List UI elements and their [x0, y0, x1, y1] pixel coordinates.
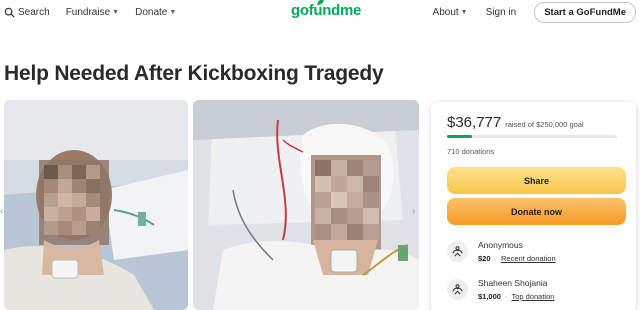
- donor-item: Shaheen Shojania $1,000 · Top donation: [447, 278, 554, 301]
- donor-amount: $1,000: [478, 292, 501, 301]
- raised-amount: $36,777: [447, 114, 502, 131]
- donor-name: Shaheen Shojania: [478, 278, 548, 288]
- search-icon: [4, 7, 15, 18]
- donation-count: 710 donations: [447, 147, 495, 156]
- campaign-photo-1[interactable]: [4, 100, 188, 310]
- separator-dot: ·: [494, 254, 498, 263]
- chevron-left-icon[interactable]: ‹: [0, 206, 10, 220]
- share-button[interactable]: Share: [447, 167, 626, 194]
- patient-photo-1: [4, 100, 188, 310]
- signin-link[interactable]: Sign in: [486, 7, 517, 18]
- donor-name: Anonymous: [478, 240, 523, 250]
- nav-left: Search Fundraise ▼ Donate ▼: [4, 0, 192, 24]
- fundraise-label: Fundraise: [65, 6, 111, 18]
- raised-row: $36,777 raised of $250,000 goal: [447, 114, 584, 131]
- donor-details: Shaheen Shojania $1,000 · Top donation: [478, 278, 554, 301]
- campaign-title: Help Needed After Kickboxing Tragedy: [4, 62, 384, 85]
- campaign-photo-2[interactable]: [193, 100, 419, 310]
- donor-hands-icon: [447, 279, 468, 300]
- nav-right: About ▼ Sign in Start a GoFundMe: [433, 0, 636, 24]
- chevron-down-icon: ▼: [460, 8, 468, 16]
- search-link[interactable]: Search: [4, 7, 50, 18]
- donate-now-button[interactable]: Donate now: [447, 198, 626, 225]
- donor-item: Anonymous $20 · Recent donation: [447, 240, 556, 263]
- top-nav: Search Fundraise ▼ Donate ▼ gofundme Abo…: [0, 0, 640, 24]
- start-gofundme-button[interactable]: Start a GoFundMe: [534, 1, 636, 23]
- chevron-right-icon[interactable]: ›: [412, 206, 422, 220]
- about-label: About: [432, 6, 459, 18]
- progress-bar: [447, 135, 617, 138]
- raised-goal-text: raised of $250,000 goal: [505, 120, 584, 129]
- about-menu[interactable]: About ▼: [433, 7, 468, 18]
- search-label: Search: [18, 6, 50, 18]
- recent-donation-link[interactable]: Recent donation: [501, 254, 556, 263]
- donate-menu-label: Donate: [135, 6, 168, 18]
- separator-dot: ·: [504, 292, 508, 301]
- donor-amount: $20: [478, 254, 491, 263]
- chevron-down-icon: ▼: [112, 8, 120, 16]
- donor-hands-icon: [447, 241, 468, 262]
- fundraise-menu[interactable]: Fundraise ▼: [66, 7, 119, 18]
- donor-meta: $1,000 · Top donation: [478, 292, 554, 301]
- leaf-icon: [317, 0, 324, 5]
- donation-card: $36,777 raised of $250,000 goal 710 dona…: [431, 102, 636, 310]
- top-donation-link[interactable]: Top donation: [511, 292, 554, 301]
- donor-meta: $20 · Recent donation: [478, 254, 556, 263]
- donate-menu[interactable]: Donate ▼: [135, 7, 176, 18]
- chevron-down-icon: ▼: [169, 8, 177, 16]
- patient-photo-2: [193, 100, 419, 310]
- progress-fill: [447, 135, 472, 138]
- donor-details: Anonymous $20 · Recent donation: [478, 240, 556, 263]
